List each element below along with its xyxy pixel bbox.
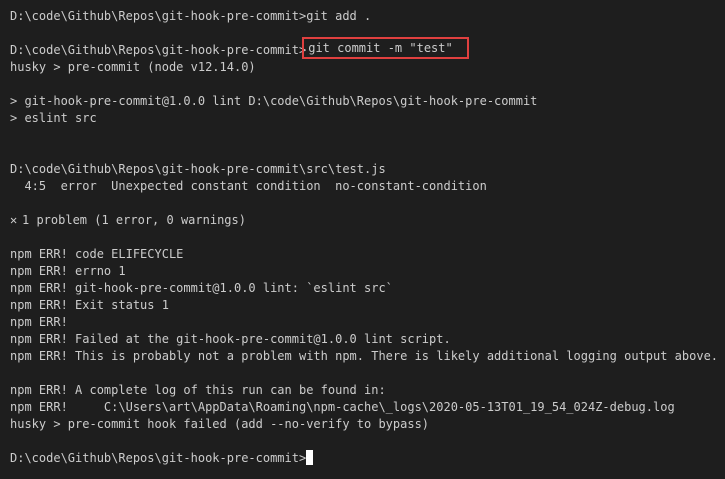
terminal-line: npm ERR!	[10, 314, 725, 331]
terminal-line: npm ERR! C:\Users\art\AppData\Roaming\np…	[10, 399, 725, 416]
error-x-icon: ✕	[10, 213, 18, 227]
terminal-line: D:\code\Github\Repos\git-hook-pre-commit…	[10, 8, 725, 25]
line-text: 1 problem (1 error, 0 warnings)	[22, 213, 246, 227]
terminal-line: ✕ 1 problem (1 error, 0 warnings)	[10, 212, 725, 229]
highlighted-command: git commit -m "test"	[302, 37, 469, 59]
line-text: npm ERR! Failed at the git-hook-pre-comm…	[10, 332, 451, 346]
terminal-line: D:\code\Github\Repos\git-hook-pre-commit…	[10, 37, 725, 59]
line-text: npm ERR! git-hook-pre-commit@1.0.0 lint:…	[10, 281, 393, 295]
terminal-line: npm ERR! Exit status 1	[10, 297, 725, 314]
terminal-line: 4:5 error Unexpected constant condition …	[10, 178, 725, 195]
line-text: npm ERR!	[10, 315, 68, 329]
line-text: npm ERR! Exit status 1	[10, 298, 169, 312]
terminal-line: npm ERR! code ELIFECYCLE	[10, 246, 725, 263]
line-text: D:\code\Github\Repos\git-hook-pre-commit…	[10, 162, 386, 176]
terminal-line: npm ERR! Failed at the git-hook-pre-comm…	[10, 331, 725, 348]
terminal-line: npm ERR! git-hook-pre-commit@1.0.0 lint:…	[10, 280, 725, 297]
terminal-line: npm ERR! errno 1	[10, 263, 725, 280]
line-text: 4:5 error Unexpected constant condition …	[10, 179, 487, 193]
terminal-input-line[interactable]: D:\code\Github\Repos\git-hook-pre-commit…	[10, 450, 725, 467]
line-text: npm ERR! A complete log of this run can …	[10, 383, 386, 397]
prompt-text: D:\code\Github\Repos\git-hook-pre-commit…	[10, 43, 307, 57]
text-cursor[interactable]	[306, 450, 314, 465]
terminal-line: > git-hook-pre-commit@1.0.0 lint D:\code…	[10, 93, 725, 110]
line-text: > eslint src	[10, 111, 97, 125]
line-text: npm ERR! errno 1	[10, 264, 126, 278]
terminal-window[interactable]: D:\code\Github\Repos\git-hook-pre-commit…	[0, 0, 725, 479]
line-text: D:\code\Github\Repos\git-hook-pre-commit…	[10, 9, 372, 23]
line-text: husky > pre-commit (node v12.14.0)	[10, 60, 256, 74]
line-text: npm ERR! This is probably not a problem …	[10, 349, 719, 363]
terminal-line: > eslint src	[10, 110, 725, 127]
line-text: npm ERR! C:\Users\art\AppData\Roaming\np…	[10, 400, 675, 414]
terminal-line: husky > pre-commit hook failed (add --no…	[10, 416, 725, 433]
terminal-line: npm ERR! This is probably not a problem …	[10, 348, 725, 365]
line-text: > git-hook-pre-commit@1.0.0 lint D:\code…	[10, 94, 538, 108]
terminal-line: D:\code\Github\Repos\git-hook-pre-commit…	[10, 161, 725, 178]
line-text: npm ERR! code ELIFECYCLE	[10, 247, 184, 261]
line-text: husky > pre-commit hook failed (add --no…	[10, 417, 430, 431]
terminal-line: npm ERR! A complete log of this run can …	[10, 382, 725, 399]
prompt-text: D:\code\Github\Repos\git-hook-pre-commit…	[10, 451, 307, 465]
terminal-line: husky > pre-commit (node v12.14.0)	[10, 59, 725, 76]
command-text: git commit -m "test"	[308, 41, 453, 55]
